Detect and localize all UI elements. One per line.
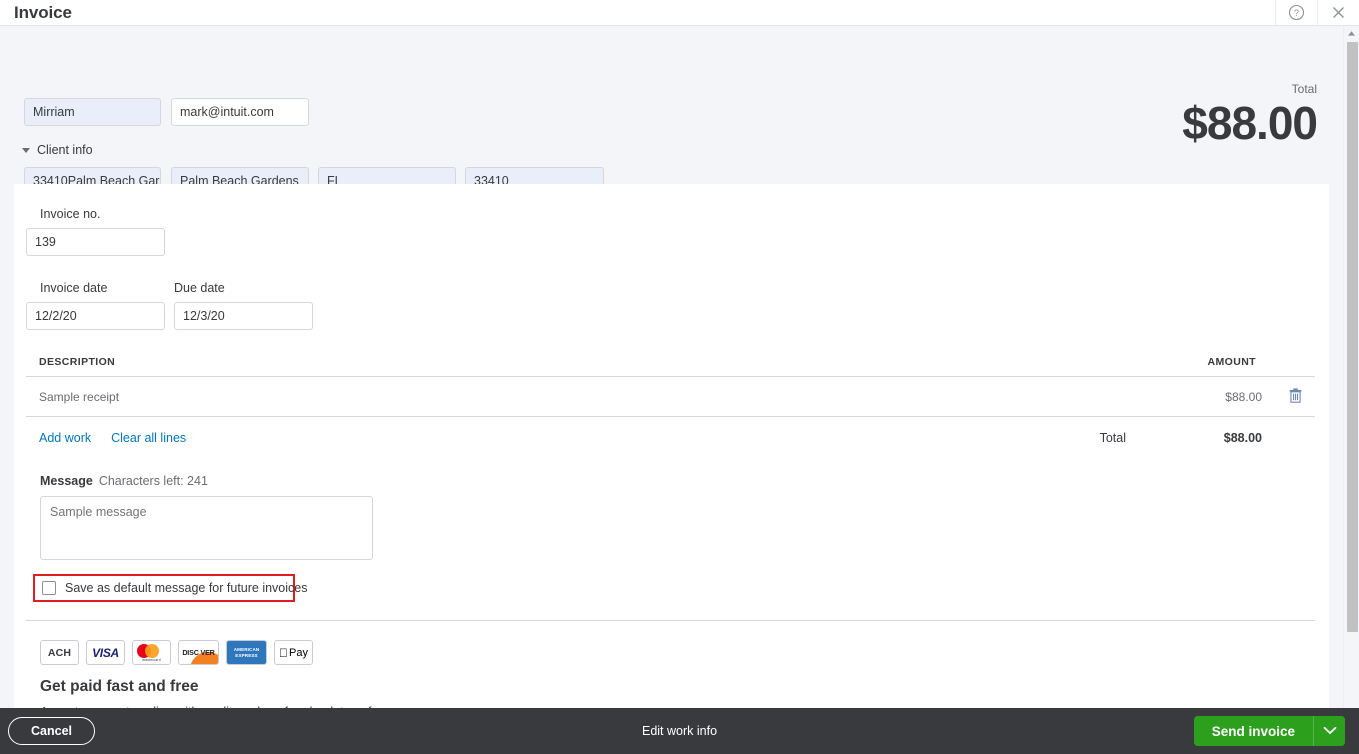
invoice-date-input[interactable]: 12/2/20 (26, 302, 165, 330)
customer-name-input[interactable]: Mirriam (24, 98, 161, 126)
ach-badge: ACH (40, 640, 79, 665)
clear-all-lines-link[interactable]: Clear all lines (111, 431, 186, 445)
message-header: Message Characters left: 241 (40, 474, 208, 488)
message-textarea[interactable] (40, 496, 373, 560)
save-default-message-checkbox[interactable] (42, 581, 56, 595)
send-invoice-group: Send invoice (1193, 716, 1345, 746)
help-circle-icon: ? (1288, 4, 1305, 21)
edit-work-info-container: Edit work info (0, 724, 1359, 738)
table-row[interactable]: Sample receipt $88.00 (26, 377, 1315, 417)
modal-titlebar: Invoice ? (0, 0, 1359, 26)
cancel-button[interactable]: Cancel (8, 717, 95, 745)
line-items-table: DESCRIPTION AMOUNT Sample receipt $88.00 (26, 356, 1315, 459)
page-title: Invoice (14, 2, 72, 22)
mastercard-badge-text: mastercard (142, 657, 161, 662)
caret-down-icon (22, 147, 30, 153)
customer-email-input[interactable]: mark@intuit.com (171, 98, 309, 126)
total-summary-value: $88.00 (1182, 97, 1318, 149)
table-header-row: DESCRIPTION AMOUNT (26, 356, 1315, 377)
delete-line-button[interactable] (1262, 387, 1302, 406)
line-item-description[interactable]: Sample receipt (39, 390, 1152, 404)
vertical-scrollbar[interactable] (1343, 26, 1359, 729)
line-item-amount[interactable]: $88.00 (1152, 390, 1262, 404)
table-footer-row: Add work Clear all lines Total $88.00 (26, 417, 1315, 459)
invoice-no-input[interactable]: 139 (26, 228, 165, 256)
due-date-label: Due date (174, 281, 225, 295)
send-invoice-dropdown-button[interactable] (1313, 716, 1345, 746)
add-work-link[interactable]: Add work (39, 431, 91, 445)
send-invoice-button[interactable]: Send invoice (1193, 716, 1313, 746)
chevron-up-icon (1347, 24, 1356, 42)
mastercard-badge: mastercard (132, 640, 171, 665)
due-date-input[interactable]: 12/3/20 (174, 302, 313, 330)
svg-text:?: ? (1294, 8, 1299, 18)
scroll-up-button[interactable] (1344, 26, 1359, 40)
invoice-modal: Invoice ? Mirriam mark@intuit.com Client… (0, 0, 1359, 754)
close-icon (1331, 5, 1346, 20)
save-default-message-highlight: Save as default message for future invoi… (33, 574, 308, 602)
mastercard-circles-icon (136, 643, 167, 658)
table-action-links: Add work Clear all lines (39, 431, 1100, 445)
apple-pay-badge: Pay (274, 640, 313, 665)
save-default-message-label: Save as default message for future invoi… (65, 581, 308, 595)
payment-methods-row: ACH VISA mastercard DISC VER AMERICAN EX… (40, 640, 313, 665)
modal-body: Mirriam mark@intuit.com Client info 3341… (0, 26, 1359, 729)
message-label: Message (40, 474, 93, 488)
trash-icon (1289, 387, 1302, 406)
visa-badge: VISA (86, 640, 125, 665)
invoice-total-summary: Total $88.00 (1182, 82, 1318, 149)
help-button[interactable]: ? (1275, 0, 1317, 26)
discover-badge: DISC VER (178, 640, 219, 665)
close-button[interactable] (1317, 0, 1359, 26)
invoice-details-card: Invoice no. 139 Invoice date Due date 12… (14, 184, 1329, 729)
visa-badge-text: VISA (92, 645, 119, 660)
client-info-label: Client info (37, 143, 93, 157)
total-summary-label: Total (1291, 82, 1317, 96)
invoice-date-label: Invoice date (40, 281, 108, 295)
invoice-no-label: Invoice no. (40, 207, 101, 221)
apple-pay-badge-text: Pay (284, 646, 308, 659)
chevron-down-icon (1323, 722, 1337, 740)
line-items-total-value: $88.00 (1223, 431, 1262, 445)
amex-badge: AMERICAN EXPRESS (226, 640, 267, 665)
edit-work-info-link[interactable]: Edit work info (642, 724, 717, 738)
column-header-amount: AMOUNT (1207, 356, 1256, 368)
amex-badge-line2: EXPRESS (235, 652, 258, 658)
column-header-description: DESCRIPTION (39, 356, 116, 368)
promo-title: Get paid fast and free (40, 678, 199, 695)
ach-badge-text: ACH (47, 646, 72, 659)
characters-left-text: Characters left: 241 (98, 474, 208, 488)
modal-footer: Cancel Edit work info Send invoice (0, 708, 1359, 754)
customer-section: Mirriam mark@intuit.com Client info 3341… (0, 52, 1343, 195)
scrollbar-thumb[interactable] (1347, 42, 1358, 632)
discover-badge-text: DISC VER (182, 648, 215, 657)
client-info-toggle[interactable]: Client info (22, 143, 93, 157)
line-items-total-label: Total (1099, 431, 1126, 445)
section-divider (26, 620, 1315, 621)
apple-logo-icon:  (279, 647, 288, 659)
